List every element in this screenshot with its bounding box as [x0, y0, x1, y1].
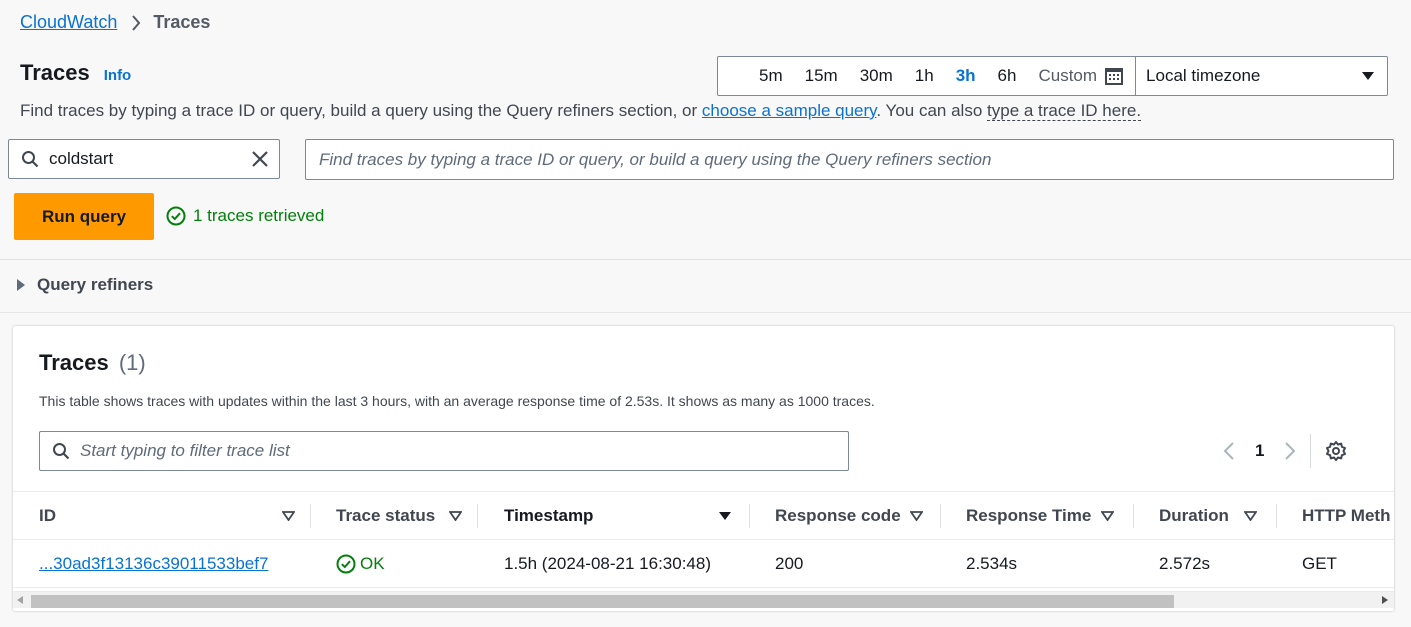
custom-range-button[interactable]: Custom: [1027, 66, 1135, 86]
scroll-right-icon[interactable]: [1382, 596, 1388, 604]
column-divider: [940, 504, 941, 528]
column-header-http-method[interactable]: HTTP Meth: [1302, 492, 1390, 539]
chevron-right-icon[interactable]: [1284, 441, 1296, 461]
column-header-timestamp[interactable]: Timestamp: [504, 492, 732, 539]
trace-status-text: OK: [360, 554, 385, 573]
trace-filter-placeholder: Start typing to filter trace list: [80, 441, 290, 460]
column-header-trace-status[interactable]: Trace status: [336, 492, 462, 539]
check-circle-icon: [166, 206, 186, 226]
sort-icon: [282, 510, 295, 521]
column-label: Response Time: [966, 505, 1092, 525]
divider: [0, 312, 1411, 313]
traces-panel-title: Traces (1): [39, 350, 146, 376]
group-search-value: coldstart: [49, 149, 114, 168]
column-header-duration[interactable]: Duration: [1159, 492, 1257, 539]
time-option-1h[interactable]: 1h: [904, 66, 945, 86]
traces-count: (1): [118, 350, 146, 375]
column-divider: [1276, 504, 1277, 528]
description-text-mid: . You can also: [876, 101, 988, 120]
response-time-cell: 2.534s: [966, 554, 1018, 573]
search-icon: [22, 151, 39, 168]
status-indicator: 1 traces retrieved: [166, 206, 324, 226]
time-option-5m[interactable]: 5m: [748, 66, 794, 86]
divider: [0, 259, 1411, 260]
description-text: Find traces by typing a trace ID or quer…: [20, 101, 702, 120]
trace-id-link[interactable]: ...30ad3f13136c39011533bef7: [39, 540, 268, 588]
caret-down-icon: [1362, 72, 1374, 80]
column-header-id[interactable]: ID: [39, 492, 295, 539]
breadcrumb: CloudWatch Traces: [20, 12, 210, 33]
sort-icon: [449, 510, 462, 521]
info-link[interactable]: Info: [104, 67, 132, 84]
table-header: ID Trace status Timestamp Response code …: [13, 491, 1394, 540]
query-refiners-label: Query refiners: [37, 275, 154, 294]
current-page[interactable]: 1: [1255, 441, 1264, 461]
time-range-selector: 5m 15m 30m 1h 3h 6h Custom Local timezon…: [717, 56, 1388, 96]
breadcrumb-cloudwatch-link[interactable]: CloudWatch: [20, 12, 117, 33]
query-input[interactable]: Find traces by typing a trace ID or quer…: [305, 139, 1394, 180]
traces-title-text: Traces: [39, 350, 109, 375]
column-divider: [1133, 504, 1134, 528]
sort-icon: [1244, 510, 1257, 521]
close-icon[interactable]: [251, 150, 269, 168]
page-description: Find traces by typing a trace ID or quer…: [20, 101, 1142, 121]
page-title: Traces: [20, 60, 90, 85]
breadcrumb-current: Traces: [153, 12, 211, 32]
divider: [1310, 434, 1312, 468]
column-divider: [477, 504, 478, 528]
chevron-left-icon[interactable]: [1223, 441, 1235, 461]
sort-icon: [910, 510, 923, 521]
check-circle-icon: [336, 554, 356, 574]
duration-cell: 2.572s: [1159, 554, 1211, 573]
timezone-label: Local timezone: [1146, 66, 1261, 85]
column-header-response-time[interactable]: Response Time: [966, 492, 1114, 539]
column-label: HTTP Meth: [1302, 505, 1391, 525]
column-label: ID: [39, 505, 56, 525]
group-search-input[interactable]: coldstart: [8, 139, 280, 179]
column-label: Response code: [775, 505, 901, 525]
column-header-response-code[interactable]: Response code: [775, 492, 923, 539]
status-text: 1 traces retrieved: [193, 206, 325, 225]
search-icon: [53, 443, 70, 460]
trace-filter-input[interactable]: Start typing to filter trace list: [39, 431, 849, 471]
sort-descending-icon: [719, 511, 731, 520]
run-query-button[interactable]: Run query: [14, 193, 154, 240]
http-method-cell: GET: [1302, 554, 1337, 573]
pagination: 1: [1223, 434, 1347, 468]
trace-status-cell: OK: [336, 540, 385, 588]
query-refiners-toggle[interactable]: Query refiners: [16, 275, 153, 295]
time-option-15m[interactable]: 15m: [794, 66, 849, 86]
traces-panel: Traces (1) This table shows traces with …: [13, 326, 1394, 611]
sort-icon: [1101, 510, 1114, 521]
response-code-cell: 200: [775, 554, 804, 573]
horizontal-scrollbar[interactable]: [13, 591, 1394, 608]
timestamp-cell: 1.5h (2024-08-21 16:30:48): [504, 554, 711, 573]
column-label: Timestamp: [504, 505, 594, 525]
gear-icon[interactable]: [1325, 440, 1347, 462]
sample-query-link[interactable]: choose a sample query: [702, 101, 877, 120]
scroll-left-icon[interactable]: [17, 596, 23, 604]
time-option-30m[interactable]: 30m: [849, 66, 904, 86]
query-placeholder: Find traces by typing a trace ID or quer…: [319, 149, 992, 169]
column-divider: [749, 504, 750, 528]
custom-range-label: Custom: [1038, 66, 1098, 85]
timezone-select[interactable]: Local timezone: [1135, 57, 1387, 95]
scrollbar-thumb[interactable]: [31, 595, 1174, 608]
time-option-6h[interactable]: 6h: [987, 66, 1028, 86]
time-option-3h[interactable]: 3h: [945, 66, 987, 86]
type-trace-id-link[interactable]: type a trace ID here.: [987, 101, 1142, 121]
column-label: Duration: [1159, 505, 1229, 525]
column-label: Trace status: [336, 505, 436, 525]
chevron-right-icon: [131, 14, 141, 31]
table-row: ...30ad3f13136c39011533bef7 OK 1.5h (202…: [13, 540, 1394, 588]
calendar-icon: [1105, 68, 1124, 85]
caret-right-icon: [17, 279, 25, 291]
column-divider: [310, 504, 311, 528]
traces-description: This table shows traces with updates wit…: [39, 393, 875, 409]
page-header: Traces Info: [20, 60, 131, 86]
